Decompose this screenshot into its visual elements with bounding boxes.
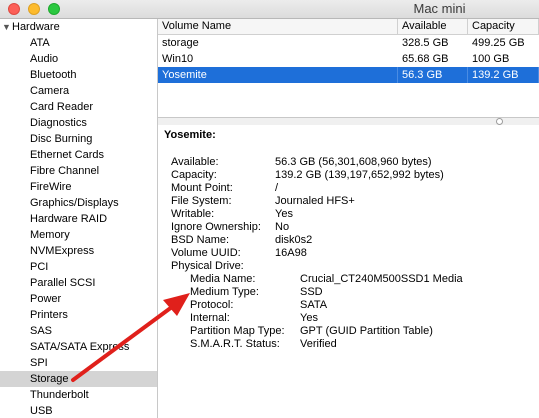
table-row[interactable]: Win10 65.68 GB 100 GB <box>158 51 539 67</box>
sidebar-item-spi[interactable]: SPI <box>0 355 157 371</box>
cell-capacity: 139.2 GB <box>468 67 539 83</box>
sidebar-item-printers[interactable]: Printers <box>0 307 157 323</box>
sidebar-item-fibre-channel[interactable]: Fibre Channel <box>0 163 157 179</box>
detail-key: Media Name: <box>190 273 256 285</box>
sidebar-item-sas[interactable]: SAS <box>0 323 157 339</box>
cell-available: 56.3 GB <box>398 67 468 83</box>
detail-value: GPT (GUID Partition Table) <box>300 325 433 337</box>
sidebar-item-firewire[interactable]: FireWire <box>0 179 157 195</box>
column-header-available[interactable]: Available <box>398 19 468 34</box>
sidebar-item-bluetooth[interactable]: Bluetooth <box>0 67 157 83</box>
sidebar-item-power[interactable]: Power <box>0 291 157 307</box>
cell-volume-name: Yosemite <box>158 67 398 83</box>
detail-value: Yes <box>300 312 318 324</box>
sidebar-item-parallel-scsi[interactable]: Parallel SCSI <box>0 275 157 291</box>
detail-value: 16A98 <box>275 247 307 259</box>
physical-drive-row: Media Name: Crucial_CT240M500SSD1 Media <box>158 273 539 286</box>
sidebar-item-pci[interactable]: PCI <box>0 259 157 275</box>
table-row[interactable]: storage 328.5 GB 499.25 GB <box>158 35 539 51</box>
cell-volume-name: Win10 <box>162 53 194 65</box>
details-title: Yosemite: <box>164 129 216 141</box>
cell-available: 328.5 GB <box>402 37 449 49</box>
cell-volume-name: storage <box>162 37 199 49</box>
volume-table: Volume Name Available Capacity storage 3… <box>158 19 539 117</box>
physical-drive-row: Internal: Yes <box>158 312 539 325</box>
column-header-capacity[interactable]: Capacity <box>468 19 539 34</box>
detail-value: Yes <box>275 208 293 220</box>
minimize-window-button[interactable] <box>28 3 40 15</box>
detail-key: Medium Type: <box>190 286 259 298</box>
sidebar-item-hardware-raid[interactable]: Hardware RAID <box>0 211 157 227</box>
physical-drive-row: S.M.A.R.T. Status: Verified <box>158 338 539 351</box>
column-header-volume-name[interactable]: Volume Name <box>158 19 398 34</box>
detail-value: disk0s2 <box>275 234 313 246</box>
sidebar: ▼Hardware ATA Audio Bluetooth Camera Card Re… <box>0 19 158 418</box>
detail-key: Volume UUID: <box>171 247 241 259</box>
detail-value: Crucial_CT240M500SSD1 Media <box>300 273 463 285</box>
sidebar-item-usb[interactable]: USB <box>0 403 157 418</box>
table-row-selected[interactable]: Yosemite 56.3 GB 139.2 GB <box>158 67 539 83</box>
detail-row: Capacity: 139.2 GB (139,197,652,992 bytes… <box>158 169 539 182</box>
detail-row: Volume UUID: 16A98 <box>158 247 539 260</box>
sidebar-item-storage[interactable]: Storage <box>0 371 157 387</box>
detail-value: / <box>275 182 279 194</box>
detail-value: SATA <box>300 299 328 311</box>
close-window-button[interactable] <box>8 3 20 15</box>
physical-drive-row: Partition Map Type: GPT (GUID Partition T… <box>158 325 539 338</box>
sidebar-item-thunderbolt[interactable]: Thunderbolt <box>0 387 157 403</box>
window-title: Mac mini <box>413 1 466 16</box>
detail-row: Mount Point: / <box>158 182 539 195</box>
detail-key: Physical Drive: <box>171 260 244 272</box>
title-bar: Mac mini <box>0 0 539 19</box>
detail-key: Protocol: <box>190 299 234 311</box>
detail-key: File System: <box>171 195 232 207</box>
cell-available: 65.68 GB <box>402 53 449 65</box>
detail-key: Internal: <box>190 312 230 324</box>
details-list: Available: 56.3 GB (56,301,608,960 bytes)… <box>158 156 539 351</box>
detail-value: No <box>275 221 290 233</box>
details-pane: Yosemite: Available: 56.3 GB (56,301,608,… <box>158 125 539 418</box>
sidebar-item-camera[interactable]: Camera <box>0 83 157 99</box>
cell-capacity: 499.25 GB <box>472 37 525 49</box>
detail-row: Writable: Yes <box>158 208 539 221</box>
sidebar-item-audio[interactable]: Audio <box>0 51 157 67</box>
detail-key: Partition Map Type: <box>190 325 285 337</box>
sidebar-item-ethernet-cards[interactable]: Ethernet Cards <box>0 147 157 163</box>
cell-capacity: 100 GB <box>472 53 510 65</box>
sidebar-item-ata[interactable]: ATA <box>0 35 157 51</box>
sidebar-group-label: Hardware <box>12 21 60 33</box>
sidebar-group-hardware[interactable]: ▼Hardware <box>0 19 157 35</box>
sidebar-item-memory[interactable]: Memory <box>0 227 157 243</box>
zoom-window-button[interactable] <box>48 3 60 15</box>
detail-key: BSD Name: <box>171 234 230 246</box>
detail-key: Available: <box>171 156 219 168</box>
sidebar-item-graphics-displays[interactable]: Graphics/Displays <box>0 195 157 211</box>
detail-key: Capacity: <box>171 169 217 181</box>
sidebar-item-diagnostics[interactable]: Diagnostics <box>0 115 157 131</box>
detail-value: 139.2 GB (139,197,652,992 bytes) <box>275 169 444 181</box>
detail-row: File System: Journaled HFS+ <box>158 195 539 208</box>
detail-key: Writable: <box>171 208 215 220</box>
sidebar-item-sata-sata-express[interactable]: SATA/SATA Express <box>0 339 157 355</box>
sidebar-item-card-reader[interactable]: Card Reader <box>0 99 157 115</box>
detail-row: Physical Drive: <box>158 260 539 273</box>
detail-value: Verified <box>300 338 337 350</box>
detail-value: Journaled HFS+ <box>275 195 355 207</box>
physical-drive-row: Medium Type: SSD <box>158 286 539 299</box>
detail-value: 56.3 GB (56,301,608,960 bytes) <box>275 156 432 168</box>
detail-key: Ignore Ownership: <box>171 221 261 233</box>
sidebar-item-disc-burning[interactable]: Disc Burning <box>0 131 157 147</box>
detail-row: BSD Name: disk0s2 <box>158 234 539 247</box>
detail-row: Ignore Ownership: No <box>158 221 539 234</box>
physical-drive-row: Protocol: SATA <box>158 299 539 312</box>
splitter-handle-icon[interactable] <box>496 118 503 125</box>
disclosure-triangle-icon[interactable]: ▼ <box>2 19 12 35</box>
detail-key: Mount Point: <box>171 182 233 194</box>
detail-value: SSD <box>300 286 323 298</box>
detail-key: S.M.A.R.T. Status: <box>190 338 280 350</box>
detail-row: Available: 56.3 GB (56,301,608,960 bytes) <box>158 156 539 169</box>
sidebar-item-nvmexpress[interactable]: NVMExpress <box>0 243 157 259</box>
volume-table-header: Volume Name Available Capacity <box>158 19 539 35</box>
